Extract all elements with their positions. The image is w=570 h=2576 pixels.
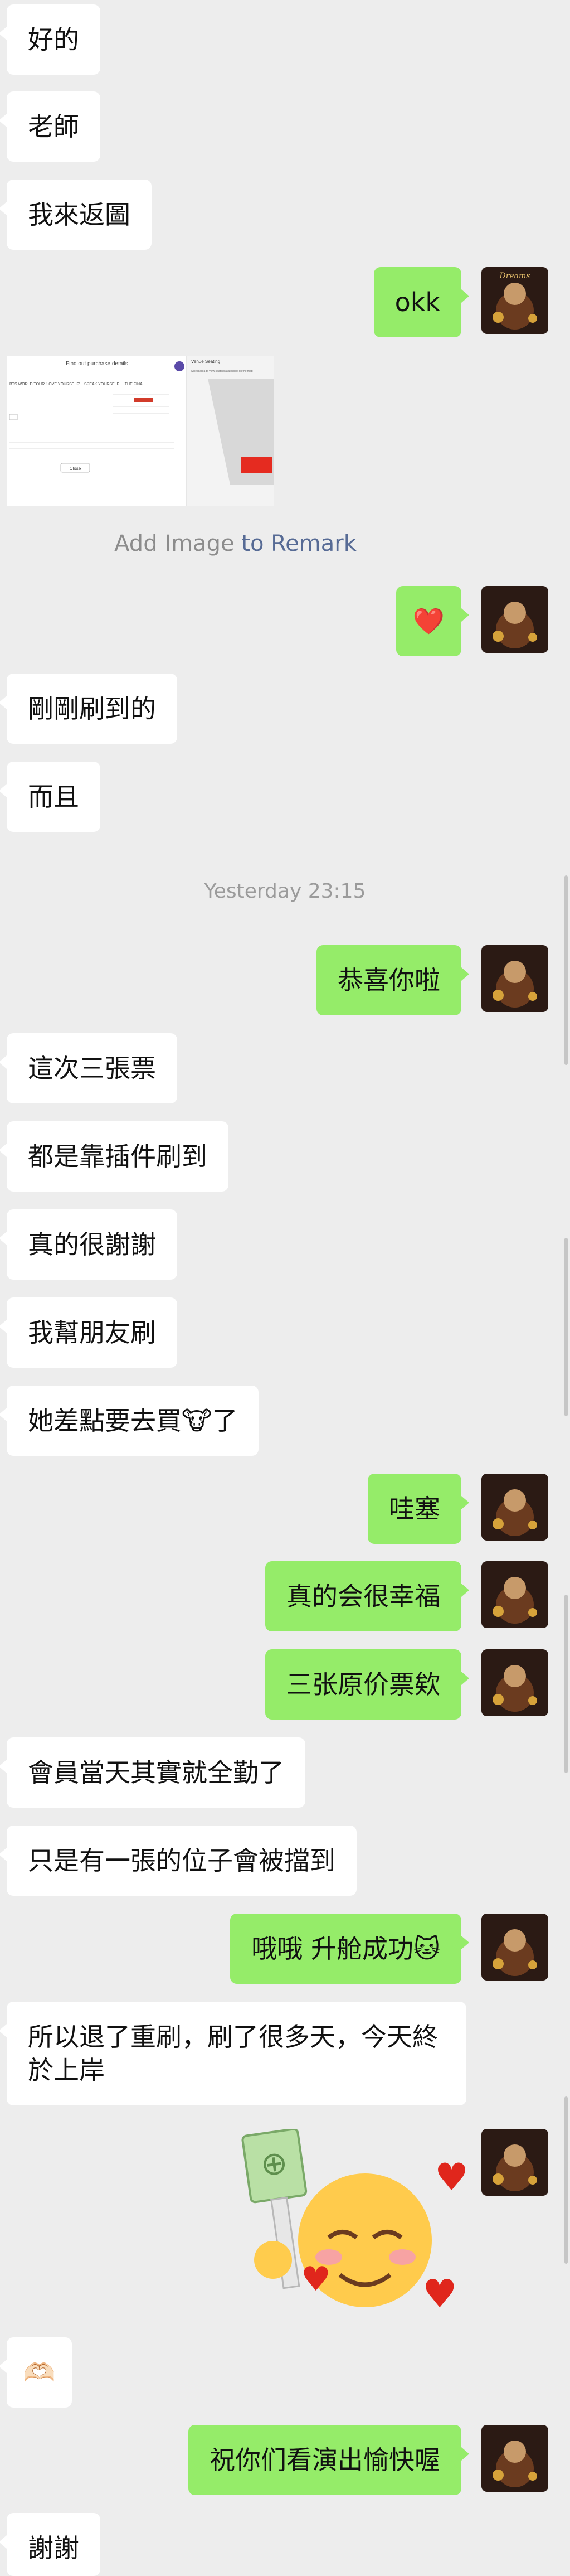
message-bubble[interactable]: 而且 — [0, 762, 100, 832]
svg-text:Venue Seating: Venue Seating — [191, 359, 220, 364]
message-bubble[interactable]: 好的 — [0, 4, 100, 75]
message-bubble[interactable]: 她差點要去買🐮了 — [0, 1386, 259, 1456]
message-bubble[interactable]: okk — [373, 267, 470, 337]
message-bubble[interactable]: 祝你们看演出愉快喔 — [188, 2425, 469, 2495]
avatar[interactable] — [481, 2129, 548, 2196]
message-bubble[interactable]: 只是有一張的位子會被擋到 — [0, 1826, 357, 1896]
svg-text:♥: ♥ — [422, 2271, 457, 2317]
avatar[interactable] — [481, 2425, 548, 2492]
svg-text:Dreams: Dreams — [499, 272, 530, 280]
image-attachment[interactable]: Find out purchase details BTS WORLD TOUR… — [7, 356, 274, 506]
message-bubble[interactable]: 所以退了重刷，刷了很多天，今天終於上岸 — [0, 2002, 466, 2105]
message-bubble[interactable]: 我來返圖 — [0, 180, 152, 250]
svg-text:⊕: ⊕ — [258, 2143, 290, 2184]
avatar-image — [481, 2425, 548, 2492]
message-bubble[interactable]: 哦哦 升舱成功🐱 — [230, 1914, 469, 1984]
message-bubble[interactable]: 我幫朋友刷 — [0, 1297, 177, 1368]
avatar[interactable] — [481, 1649, 548, 1716]
message-bubble[interactable]: 老師 — [0, 91, 100, 162]
svg-text:♥: ♥ — [301, 2260, 331, 2299]
avatar-image — [481, 1561, 548, 1628]
avatar[interactable]: Dreams — [481, 267, 548, 334]
remark-link[interactable]: to Remark — [241, 531, 357, 556]
add-image-remark[interactable]: Add Image to Remark — [0, 531, 471, 556]
avatar-image — [481, 945, 548, 1012]
avatar[interactable] — [481, 1474, 548, 1541]
message-bubble[interactable]: 這次三張票 — [0, 1033, 177, 1103]
scrollbar[interactable] — [564, 875, 568, 1065]
svg-text:BTS WORLD TOUR 'LOVE YOURSELF': BTS WORLD TOUR 'LOVE YOURSELF' ~ SPEAK Y… — [9, 382, 146, 386]
svg-text:♥: ♥ — [435, 2156, 469, 2200]
avatar-image — [481, 2129, 548, 2196]
scrollbar[interactable] — [564, 1595, 568, 1773]
message-bubble[interactable]: 三张原价票欸 — [265, 1649, 469, 1720]
message-bubble[interactable]: 會員當天其實就全勤了 — [0, 1737, 305, 1808]
avatar[interactable] — [481, 945, 548, 1012]
remark-text: Add Image — [114, 531, 235, 556]
message-bubble[interactable]: 真的会很幸福 — [265, 1561, 469, 1631]
message-bubble[interactable]: 真的很謝謝 — [0, 1209, 177, 1280]
avatar[interactable] — [481, 1914, 548, 1981]
avatar[interactable] — [481, 1561, 548, 1628]
message-bubble[interactable]: 謝謝 — [0, 2513, 100, 2576]
message-bubble[interactable]: ❤️ — [396, 586, 470, 656]
message-bubble[interactable]: 剛剛刷到的 — [0, 674, 177, 744]
scrollbar[interactable] — [564, 1238, 568, 1416]
avatar-image: Dreams — [481, 267, 548, 334]
screenshot-thumbnail: Find out purchase details BTS WORLD TOUR… — [7, 356, 274, 506]
avatar[interactable] — [481, 586, 548, 653]
avatar-image — [481, 586, 548, 653]
svg-text:Find out purchase details: Find out purchase details — [66, 361, 128, 367]
scrollbar[interactable] — [564, 2096, 568, 2264]
avatar-image — [481, 1649, 548, 1716]
avatar-image — [481, 1474, 548, 1541]
svg-text:Close: Close — [70, 466, 81, 471]
sticker-image[interactable]: ⊕ ♥ ♥ ♥ — [240, 2128, 474, 2318]
timestamp: Yesterday 23:15 — [204, 880, 366, 903]
message-bubble[interactable]: 都是靠插件刷到 — [0, 1121, 228, 1192]
message-bubble[interactable]: 恭喜你啦 — [316, 945, 469, 1015]
message-bubble[interactable]: 🫶🏻 — [0, 2337, 72, 2408]
avatar-image — [481, 1914, 548, 1981]
message-bubble[interactable]: 哇塞 — [368, 1474, 469, 1544]
sticker-graphic: ⊕ ♥ ♥ ♥ — [241, 2128, 469, 2317]
svg-text:Select area to view seating av: Select area to view seating availability… — [191, 370, 253, 373]
